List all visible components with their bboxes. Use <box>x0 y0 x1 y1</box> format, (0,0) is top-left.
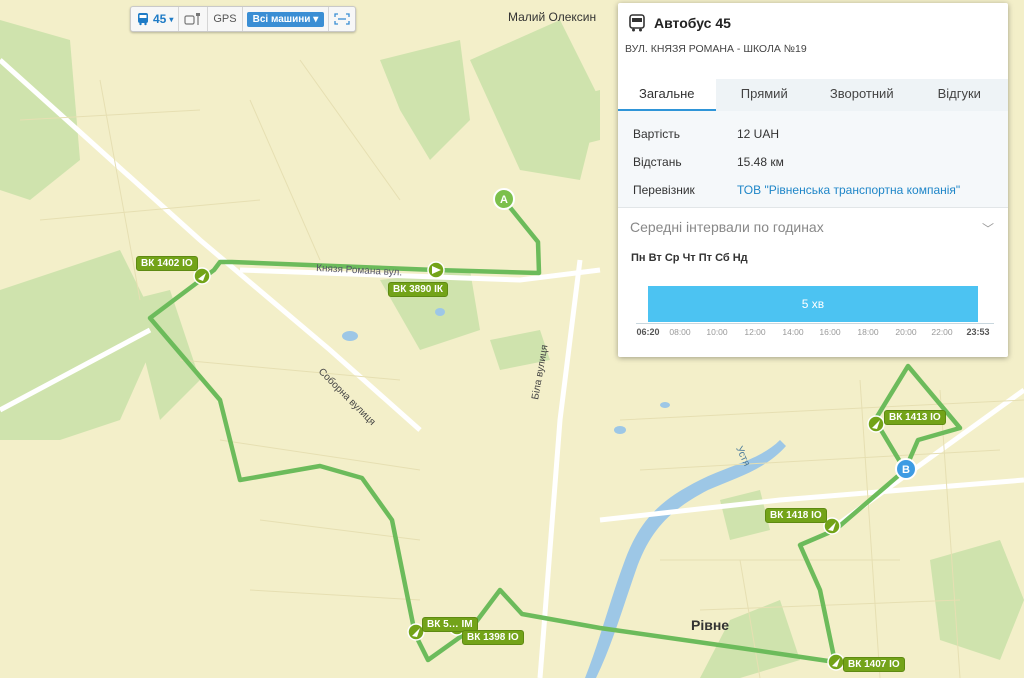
hour-tick: 22:00 <box>931 327 953 337</box>
end-marker-label: B <box>902 464 910 476</box>
panel-tabs: Загальне Прямий Зворотний Відгуки <box>618 79 1008 111</box>
city-label: Рівне <box>691 617 730 633</box>
detail-key: Відстань <box>633 155 682 169</box>
chevron-down-icon: ▾ <box>313 13 319 25</box>
place-label-malyi-oleksyn: Малий Олексин <box>508 10 597 24</box>
bus-icon <box>138 13 148 26</box>
route-number: 45 <box>153 12 167 26</box>
route-info-panel: Автобус 45 ВУЛ. КНЯЗЯ РОМАНА - ШКОЛА №19… <box>618 3 1008 357</box>
end-marker[interactable]: B <box>895 458 917 480</box>
detail-key: Вартість <box>633 127 680 141</box>
weekdays: Пн Вт Ср Чт Пт Сб Нд <box>631 252 748 264</box>
gps-label: GPS <box>213 13 237 25</box>
vehicle-label[interactable]: ВК 1407 ІО <box>843 657 905 672</box>
hour-tick: 14:00 <box>782 327 804 337</box>
expand-icon <box>334 13 350 25</box>
panel-subtitle: ВУЛ. КНЯЗЯ РОМАНА - ШКОЛА №19 <box>625 43 807 55</box>
chevron-down-icon[interactable]: ﹀ <box>982 220 994 237</box>
intervals-title[interactable]: Середні інтервали по годинах <box>630 219 824 235</box>
gps-toggle[interactable]: GPS <box>208 7 243 31</box>
hour-tick: 16:00 <box>819 327 841 337</box>
fit-route-button[interactable] <box>329 7 355 31</box>
hour-tick: 10:00 <box>706 327 728 337</box>
vehicle-label[interactable]: ВК 1418 ІО <box>765 508 827 523</box>
tab-reviews[interactable]: Відгуки <box>911 79 1009 111</box>
map-toolbar: 45 ▾ GPS Всі машини ▾ <box>130 6 357 32</box>
vehicle-filter-label: Всі машини <box>252 13 311 25</box>
start-marker-label: A <box>500 194 508 206</box>
hour-tick: 12:00 <box>744 327 766 337</box>
detail-key: Перевізник <box>633 183 695 197</box>
route-selector[interactable]: 45 ▾ <box>131 7 180 31</box>
vehicle-filter[interactable]: Всі машини ▾ <box>243 7 330 31</box>
hour-tick: 08:00 <box>669 327 691 337</box>
hour-tick: 23:53 <box>966 327 990 337</box>
bus-icon <box>629 14 645 32</box>
vehicle-label[interactable]: ВК 3890 ІК <box>388 282 449 297</box>
vehicle-label[interactable]: ВК 1398 ІО <box>462 630 524 645</box>
stops-toggle[interactable] <box>179 7 209 31</box>
detail-value: 15.48 км <box>737 155 784 169</box>
tab-general[interactable]: Загальне <box>618 79 716 111</box>
route-details: Вартість 12 UAH Відстань 15.48 км Переві… <box>618 111 1008 207</box>
hour-tick: 06:20 <box>636 327 660 337</box>
carrier-link[interactable]: ТОВ "Рівненська транспортна компанія" <box>737 183 960 197</box>
tab-return[interactable]: Зворотний <box>813 79 911 111</box>
vehicle-label[interactable]: ВК 1413 ІО <box>884 410 946 425</box>
vehicle-label[interactable]: ВК 1402 ІО <box>136 256 198 271</box>
tab-forward[interactable]: Прямий <box>716 79 814 111</box>
divider <box>618 207 1008 208</box>
chevron-down-icon: ▾ <box>169 14 174 24</box>
panel-header: Автобус 45 ВУЛ. КНЯЗЯ РОМАНА - ШКОЛА №19 <box>618 3 1008 79</box>
hour-tick: 20:00 <box>895 327 917 337</box>
panel-title: Автобус 45 <box>654 15 731 31</box>
detail-value: 12 UAH <box>737 127 780 141</box>
hour-axis: 06:20 08:00 10:00 12:00 14:00 16:00 18:0… <box>636 323 994 338</box>
start-marker[interactable]: A <box>493 188 515 210</box>
interval-value: 5 хв <box>801 297 825 311</box>
hour-tick: 18:00 <box>857 327 879 337</box>
interval-bar: 5 хв <box>648 286 978 322</box>
bus-stop-icon <box>184 13 201 25</box>
